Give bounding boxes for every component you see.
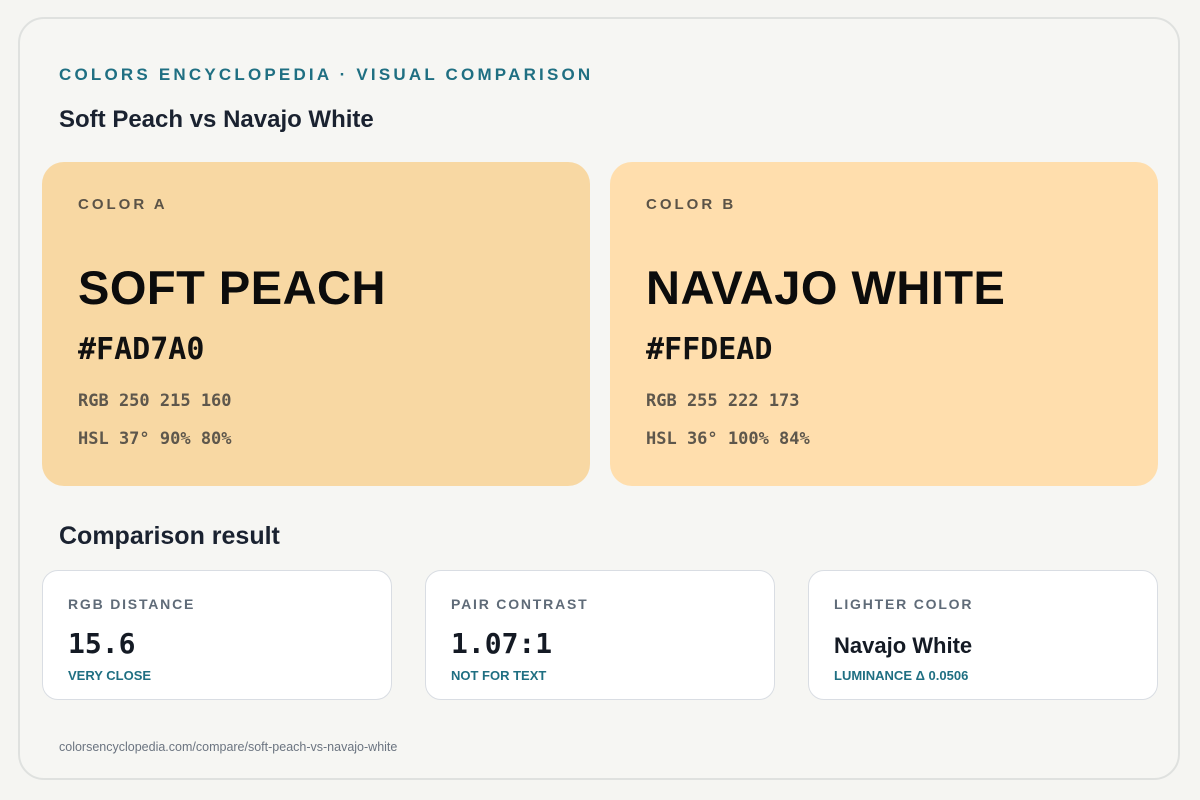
rgb-distance-note: VERY CLOSE	[68, 668, 152, 683]
color-b-rgb: RGB 255 222 173	[646, 391, 800, 411]
color-a-rgb: RGB 250 215 160	[78, 391, 232, 411]
lighter-color-value: Navajo White	[834, 633, 973, 658]
color-b-swatch: COLOR B NAVAJO WHITE #FFDEAD RGB 255 222…	[610, 162, 1158, 486]
rgb-distance-value: 15.6	[68, 627, 136, 660]
pair-contrast-note: NOT FOR TEXT	[451, 668, 547, 683]
source-url: colorsencyclopedia.com/compare/soft-peac…	[59, 740, 398, 754]
color-b-name: NAVAJO WHITE	[646, 261, 1006, 314]
rgb-distance-label: RGB DISTANCE	[68, 596, 196, 612]
color-a-swatch: COLOR A SOFT PEACH #FAD7A0 RGB 250 215 1…	[42, 162, 590, 486]
comparison-section-title: Comparison result	[59, 522, 280, 550]
color-a-name: SOFT PEACH	[78, 261, 386, 314]
page-title: Soft Peach vs Navajo White	[59, 106, 374, 133]
lighter-color-note: LUMINANCE Δ 0.0506	[834, 668, 969, 683]
lighter-color-label: LIGHTER COLOR	[834, 596, 974, 612]
color-b-hex: #FFDEAD	[646, 332, 773, 367]
pair-contrast-card: PAIR CONTRAST 1.07:1 NOT FOR TEXT	[425, 570, 775, 700]
color-a-hsl: HSL 37° 90% 80%	[78, 429, 232, 449]
color-a-hex: #FAD7A0	[78, 332, 205, 367]
rgb-distance-card: RGB DISTANCE 15.6 VERY CLOSE	[42, 570, 392, 700]
color-a-label: COLOR A	[78, 196, 168, 213]
color-b-label: COLOR B	[646, 196, 737, 213]
site-kicker: COLORS ENCYCLOPEDIA · VISUAL COMPARISON	[59, 65, 594, 84]
color-b-hsl: HSL 36° 100% 84%	[646, 429, 810, 449]
lighter-color-card: LIGHTER COLOR Navajo White LUMINANCE Δ 0…	[808, 570, 1158, 700]
pair-contrast-value: 1.07:1	[451, 627, 553, 660]
pair-contrast-label: PAIR CONTRAST	[451, 596, 589, 612]
